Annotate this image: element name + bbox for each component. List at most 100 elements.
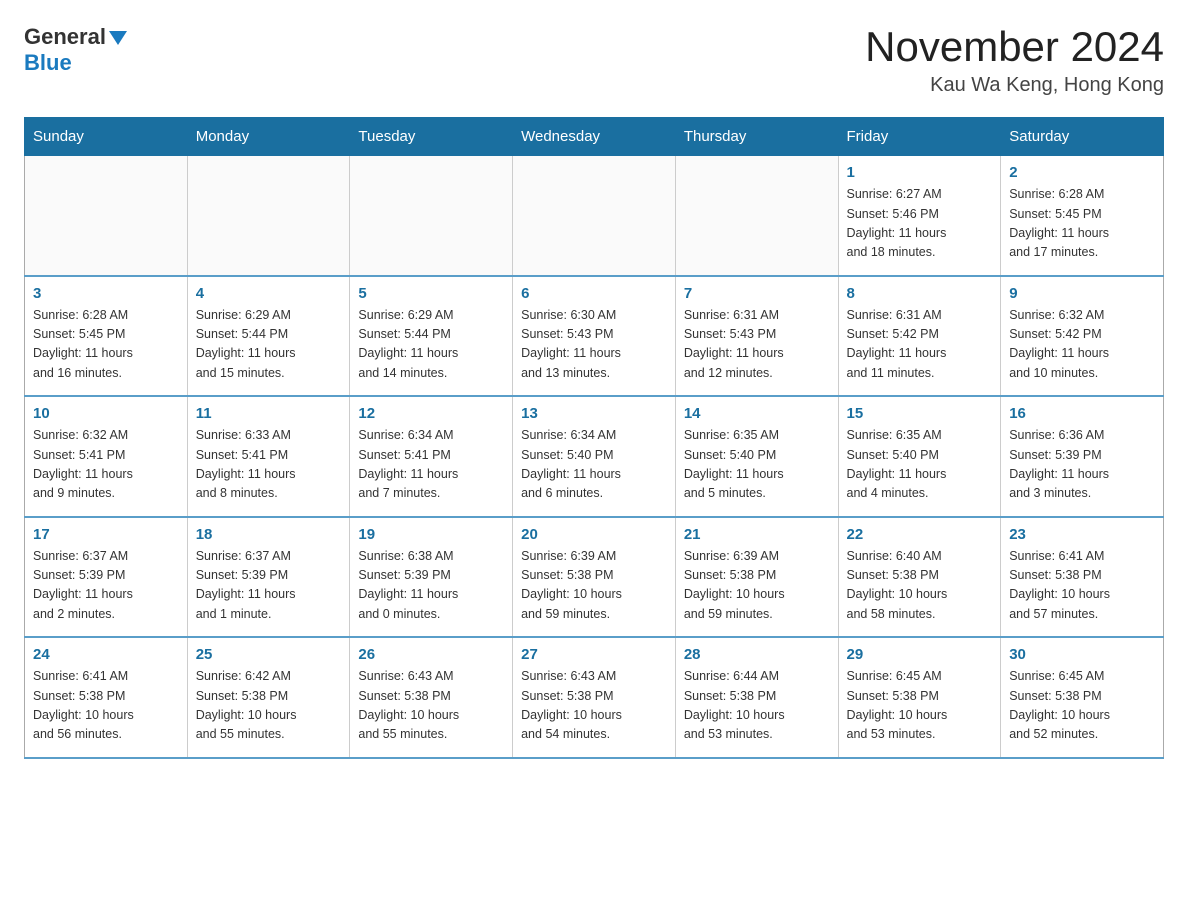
- calendar-week-row: 3 Sunrise: 6:28 AM Sunset: 5:45 PM Daylig…: [25, 276, 1164, 397]
- day-info: Sunrise: 6:38 AM Sunset: 5:39 PM Dayligh…: [358, 547, 504, 625]
- day-info: Sunrise: 6:29 AM Sunset: 5:44 PM Dayligh…: [196, 306, 342, 384]
- day-info: Sunrise: 6:32 AM Sunset: 5:41 PM Dayligh…: [33, 426, 179, 504]
- day-info: Sunrise: 6:36 AM Sunset: 5:39 PM Dayligh…: [1009, 426, 1155, 504]
- day-number: 21: [684, 526, 830, 543]
- day-number: 29: [847, 646, 993, 663]
- day-info: Sunrise: 6:44 AM Sunset: 5:38 PM Dayligh…: [684, 667, 830, 745]
- day-number: 14: [684, 405, 830, 422]
- calendar-week-row: 24Sunrise: 6:41 AM Sunset: 5:38 PM Dayli…: [25, 637, 1164, 758]
- calendar-day-cell: [675, 156, 838, 276]
- calendar-day-cell: 2 Sunrise: 6:28 AM Sunset: 5:45 PM Daylig…: [1001, 156, 1164, 276]
- column-header-wednesday: Wednesday: [513, 118, 676, 156]
- day-number: 30: [1009, 646, 1155, 663]
- day-number: 16: [1009, 405, 1155, 422]
- day-number: 27: [521, 646, 667, 663]
- day-info: Sunrise: 6:28 AM Sunset: 5:45 PM Dayligh…: [1009, 185, 1155, 263]
- day-info: Sunrise: 6:34 AM Sunset: 5:41 PM Dayligh…: [358, 426, 504, 504]
- day-info: Sunrise: 6:41 AM Sunset: 5:38 PM Dayligh…: [1009, 547, 1155, 625]
- day-info: Sunrise: 6:32 AM Sunset: 5:42 PM Dayligh…: [1009, 306, 1155, 384]
- day-number: 26: [358, 646, 504, 663]
- day-number: 28: [684, 646, 830, 663]
- column-header-thursday: Thursday: [675, 118, 838, 156]
- day-info: Sunrise: 6:33 AM Sunset: 5:41 PM Dayligh…: [196, 426, 342, 504]
- day-number: 19: [358, 526, 504, 543]
- calendar-week-row: 17 Sunrise: 6:37 AM Sunset: 5:39 PM Dayli…: [25, 517, 1164, 638]
- day-info: Sunrise: 6:27 AM Sunset: 5:46 PM Dayligh…: [847, 185, 993, 263]
- day-info: Sunrise: 6:31 AM Sunset: 5:43 PM Dayligh…: [684, 306, 830, 384]
- day-info: Sunrise: 6:40 AM Sunset: 5:38 PM Dayligh…: [847, 547, 993, 625]
- calendar-day-cell: [350, 156, 513, 276]
- day-number: 3: [33, 285, 179, 302]
- day-number: 18: [196, 526, 342, 543]
- calendar-day-cell: 16 Sunrise: 6:36 AM Sunset: 5:39 PM Dayli…: [1001, 396, 1164, 517]
- day-info: Sunrise: 6:43 AM Sunset: 5:38 PM Dayligh…: [521, 667, 667, 745]
- calendar-day-cell: 23Sunrise: 6:41 AM Sunset: 5:38 PM Dayli…: [1001, 517, 1164, 638]
- column-header-tuesday: Tuesday: [350, 118, 513, 156]
- day-number: 2: [1009, 164, 1155, 181]
- logo-general-text: General: [24, 24, 106, 50]
- day-info: Sunrise: 6:45 AM Sunset: 5:38 PM Dayligh…: [1009, 667, 1155, 745]
- day-info: Sunrise: 6:35 AM Sunset: 5:40 PM Dayligh…: [684, 426, 830, 504]
- day-info: Sunrise: 6:43 AM Sunset: 5:38 PM Dayligh…: [358, 667, 504, 745]
- calendar-day-cell: [187, 156, 350, 276]
- day-number: 6: [521, 285, 667, 302]
- day-number: 25: [196, 646, 342, 663]
- calendar-day-cell: 25 Sunrise: 6:42 AM Sunset: 5:38 PM Dayli…: [187, 637, 350, 758]
- day-number: 4: [196, 285, 342, 302]
- title-area: November 2024 Kau Wa Keng, Hong Kong: [865, 24, 1164, 97]
- day-number: 11: [196, 405, 342, 422]
- logo: General Blue: [24, 24, 127, 76]
- calendar-day-cell: 4 Sunrise: 6:29 AM Sunset: 5:44 PM Daylig…: [187, 276, 350, 397]
- day-number: 1: [847, 164, 993, 181]
- day-number: 8: [847, 285, 993, 302]
- day-number: 20: [521, 526, 667, 543]
- calendar-day-cell: 10 Sunrise: 6:32 AM Sunset: 5:41 PM Dayli…: [25, 396, 188, 517]
- calendar-day-cell: 3 Sunrise: 6:28 AM Sunset: 5:45 PM Daylig…: [25, 276, 188, 397]
- calendar-day-cell: 26 Sunrise: 6:43 AM Sunset: 5:38 PM Dayli…: [350, 637, 513, 758]
- calendar-day-cell: 21 Sunrise: 6:39 AM Sunset: 5:38 PM Dayli…: [675, 517, 838, 638]
- column-header-monday: Monday: [187, 118, 350, 156]
- logo-blue-text: Blue: [24, 50, 72, 76]
- day-info: Sunrise: 6:37 AM Sunset: 5:39 PM Dayligh…: [33, 547, 179, 625]
- day-number: 9: [1009, 285, 1155, 302]
- day-number: 17: [33, 526, 179, 543]
- calendar-day-cell: 8Sunrise: 6:31 AM Sunset: 5:42 PM Daylig…: [838, 276, 1001, 397]
- calendar-day-cell: 30 Sunrise: 6:45 AM Sunset: 5:38 PM Dayli…: [1001, 637, 1164, 758]
- calendar-day-cell: 28 Sunrise: 6:44 AM Sunset: 5:38 PM Dayli…: [675, 637, 838, 758]
- day-number: 10: [33, 405, 179, 422]
- day-info: Sunrise: 6:30 AM Sunset: 5:43 PM Dayligh…: [521, 306, 667, 384]
- day-info: Sunrise: 6:41 AM Sunset: 5:38 PM Dayligh…: [33, 667, 179, 745]
- calendar-day-cell: 13Sunrise: 6:34 AM Sunset: 5:40 PM Dayli…: [513, 396, 676, 517]
- day-number: 12: [358, 405, 504, 422]
- calendar-day-cell: 6 Sunrise: 6:30 AM Sunset: 5:43 PM Daylig…: [513, 276, 676, 397]
- calendar-day-cell: 5 Sunrise: 6:29 AM Sunset: 5:44 PM Daylig…: [350, 276, 513, 397]
- calendar-day-cell: 7Sunrise: 6:31 AM Sunset: 5:43 PM Daylig…: [675, 276, 838, 397]
- calendar-day-cell: 15Sunrise: 6:35 AM Sunset: 5:40 PM Dayli…: [838, 396, 1001, 517]
- day-number: 5: [358, 285, 504, 302]
- calendar-day-cell: [513, 156, 676, 276]
- column-header-friday: Friday: [838, 118, 1001, 156]
- day-info: Sunrise: 6:28 AM Sunset: 5:45 PM Dayligh…: [33, 306, 179, 384]
- calendar-day-cell: 18 Sunrise: 6:37 AM Sunset: 5:39 PM Dayli…: [187, 517, 350, 638]
- day-info: Sunrise: 6:34 AM Sunset: 5:40 PM Dayligh…: [521, 426, 667, 504]
- calendar-week-row: 10 Sunrise: 6:32 AM Sunset: 5:41 PM Dayli…: [25, 396, 1164, 517]
- calendar-day-cell: 22 Sunrise: 6:40 AM Sunset: 5:38 PM Dayli…: [838, 517, 1001, 638]
- calendar-day-cell: 17 Sunrise: 6:37 AM Sunset: 5:39 PM Dayli…: [25, 517, 188, 638]
- day-info: Sunrise: 6:39 AM Sunset: 5:38 PM Dayligh…: [521, 547, 667, 625]
- logo-triangle-icon: [109, 31, 127, 45]
- calendar-day-cell: 1 Sunrise: 6:27 AM Sunset: 5:46 PM Daylig…: [838, 156, 1001, 276]
- calendar-table: SundayMondayTuesdayWednesdayThursdayFrid…: [24, 117, 1164, 759]
- calendar-day-cell: 11 Sunrise: 6:33 AM Sunset: 5:41 PM Dayli…: [187, 396, 350, 517]
- day-info: Sunrise: 6:42 AM Sunset: 5:38 PM Dayligh…: [196, 667, 342, 745]
- day-info: Sunrise: 6:29 AM Sunset: 5:44 PM Dayligh…: [358, 306, 504, 384]
- calendar-day-cell: 14 Sunrise: 6:35 AM Sunset: 5:40 PM Dayli…: [675, 396, 838, 517]
- day-info: Sunrise: 6:39 AM Sunset: 5:38 PM Dayligh…: [684, 547, 830, 625]
- column-header-saturday: Saturday: [1001, 118, 1164, 156]
- calendar-day-cell: 27 Sunrise: 6:43 AM Sunset: 5:38 PM Dayli…: [513, 637, 676, 758]
- calendar-day-cell: 24Sunrise: 6:41 AM Sunset: 5:38 PM Dayli…: [25, 637, 188, 758]
- calendar-week-row: 1 Sunrise: 6:27 AM Sunset: 5:46 PM Daylig…: [25, 156, 1164, 276]
- day-number: 22: [847, 526, 993, 543]
- month-title: November 2024: [865, 24, 1164, 70]
- calendar-day-cell: 29Sunrise: 6:45 AM Sunset: 5:38 PM Dayli…: [838, 637, 1001, 758]
- day-info: Sunrise: 6:37 AM Sunset: 5:39 PM Dayligh…: [196, 547, 342, 625]
